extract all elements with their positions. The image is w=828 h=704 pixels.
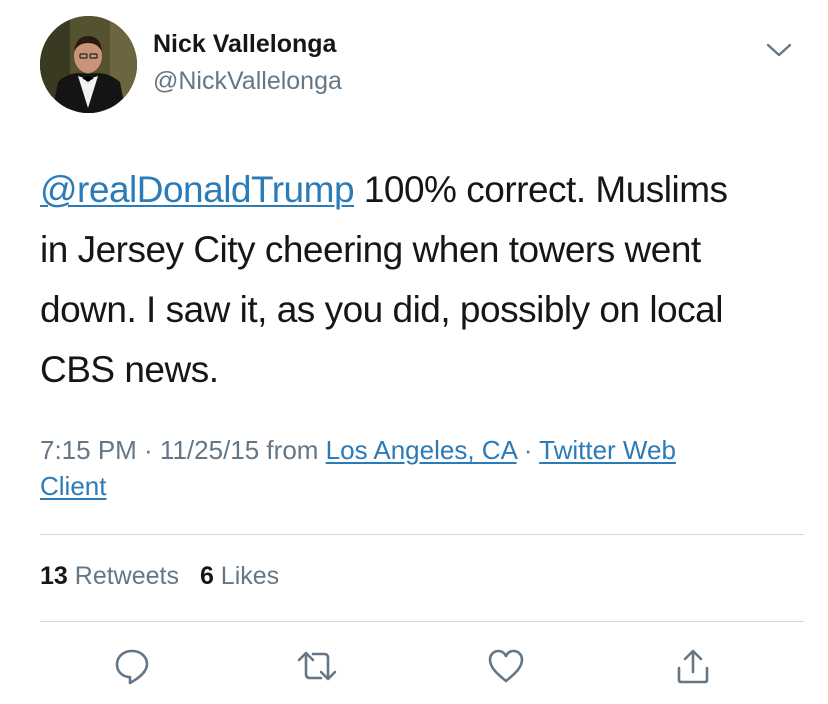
- heart-icon: [488, 649, 524, 683]
- divider: [40, 534, 804, 535]
- share-button[interactable]: [669, 642, 717, 690]
- source-link[interactable]: Twitter Web: [539, 435, 676, 465]
- display-name[interactable]: Nick Vallelonga: [153, 30, 336, 59]
- tweet-line-3: down. I saw it, as you did, possibly on …: [40, 289, 723, 330]
- user-handle[interactable]: @NickVallelonga: [153, 67, 342, 96]
- retweets-stat[interactable]: 13 Retweets: [40, 562, 179, 590]
- timestamp: 7:15 PM · 11/25/15 from: [40, 435, 326, 465]
- tweet-meta: 7:15 PM · 11/25/15 from Los Angeles, CA …: [40, 432, 800, 504]
- meta-separator: ·: [516, 435, 540, 465]
- like-button[interactable]: [482, 642, 530, 690]
- share-icon: [677, 649, 709, 684]
- avatar[interactable]: [40, 16, 137, 113]
- likes-label: Likes: [220, 562, 280, 590]
- meta-line-2: Client: [40, 468, 800, 504]
- tweet-menu-button[interactable]: [764, 38, 794, 62]
- profile-photo: [40, 16, 137, 113]
- tweet-text: @realDonaldTrump 100% correct. Muslims i…: [40, 160, 800, 400]
- likes-stat[interactable]: 6 Likes: [200, 562, 279, 590]
- tweet-line-4: CBS news.: [40, 349, 219, 390]
- retweet-button[interactable]: [293, 642, 341, 690]
- retweets-count: 13: [40, 562, 68, 590]
- chevron-down-icon: [766, 43, 792, 57]
- reply-icon: [115, 649, 149, 685]
- retweets-label: Retweets: [74, 562, 179, 590]
- mention-link[interactable]: @realDonaldTrump: [40, 169, 355, 210]
- tweet-line-1: 100% correct. Muslims: [354, 169, 728, 210]
- retweet-icon: [297, 651, 337, 681]
- divider: [40, 621, 804, 622]
- action-bar: [0, 642, 828, 690]
- location-link[interactable]: Los Angeles, CA: [326, 435, 517, 465]
- meta-line-1: 7:15 PM · 11/25/15 from Los Angeles, CA …: [40, 432, 800, 468]
- likes-count: 6: [199, 562, 214, 590]
- tweet-stats: 13 Retweets 6 Likes: [40, 562, 279, 591]
- source-link-continued[interactable]: Client: [40, 471, 106, 501]
- reply-button[interactable]: [108, 642, 156, 690]
- tweet-line-2: in Jersey City cheering when towers went: [40, 229, 701, 270]
- tweet-line: @realDonaldTrump 100% correct. Muslims: [40, 160, 800, 220]
